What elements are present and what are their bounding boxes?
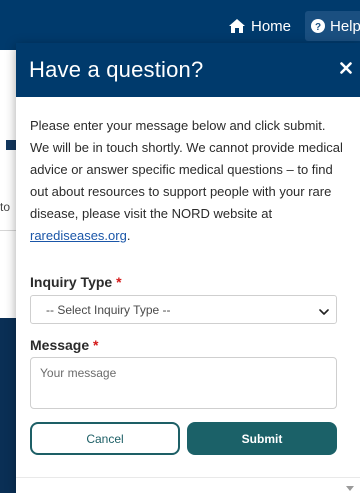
modal-scroll-divider (16, 477, 360, 478)
required-asterisk: * (116, 274, 122, 290)
nav-help-label: Help (330, 17, 360, 35)
nav-home-link[interactable]: Home (228, 15, 291, 37)
inquiry-type-select[interactable]: -- Select Inquiry Type -- (30, 295, 337, 324)
modal-title: Have a question? (29, 57, 204, 82)
message-textarea[interactable]: Your message (30, 357, 337, 409)
submit-button-label: Submit (241, 431, 283, 446)
rarediseases-link[interactable]: rarediseases.org (30, 228, 127, 243)
question-modal: Have a question? Please enter your messa… (16, 43, 360, 493)
chevron-down-icon (319, 305, 329, 319)
message-label-text: Message (30, 337, 90, 353)
nav-home-label: Home (251, 17, 292, 35)
question-circle-icon: ? (311, 19, 325, 33)
required-asterisk: * (93, 337, 99, 353)
inquiry-type-selected-value: -- Select Inquiry Type -- (46, 302, 171, 317)
intro-body: Please enter your message below and clic… (30, 118, 343, 221)
home-icon (228, 18, 246, 34)
background-left-footer (0, 318, 16, 493)
cancel-button-label: Cancel (86, 431, 124, 446)
intro-end: . (126, 228, 131, 243)
message-placeholder: Your message (40, 366, 117, 380)
submit-button[interactable]: Submit (187, 422, 337, 455)
inquiry-type-label-text: Inquiry Type (30, 274, 113, 290)
background-divider (0, 230, 16, 231)
background-partial-text: to (0, 200, 11, 214)
scroll-down-arrow-icon[interactable] (346, 479, 354, 493)
close-icon (340, 61, 352, 79)
svg-text:?: ? (315, 22, 321, 33)
message-label: Message * (30, 337, 99, 353)
intro-text: Please enter your message below and clic… (30, 115, 348, 247)
cancel-button[interactable]: Cancel (30, 422, 180, 455)
modal-header: Have a question? (16, 43, 360, 97)
close-button[interactable] (336, 60, 356, 80)
inquiry-type-label: Inquiry Type * (30, 274, 122, 290)
nav-help-link[interactable]: ? Help (305, 11, 360, 41)
